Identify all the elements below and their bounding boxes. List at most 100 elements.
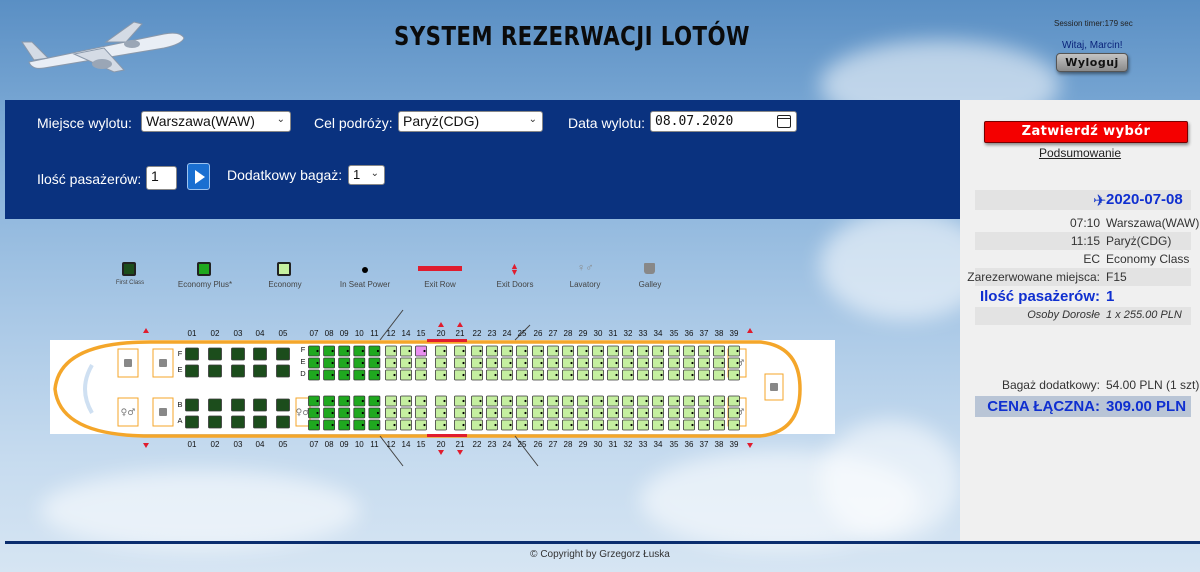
power-dot-icon xyxy=(630,423,633,427)
row-number: 39 xyxy=(730,440,739,449)
seat-first-class[interactable] xyxy=(253,364,267,378)
power-dot-icon xyxy=(524,361,527,365)
power-dot-icon xyxy=(346,423,349,427)
power-dot-icon xyxy=(585,399,588,403)
power-dot-icon xyxy=(736,411,739,415)
row-number: 22 xyxy=(473,440,482,449)
row-number: 25 xyxy=(518,440,527,449)
seat-first-class[interactable] xyxy=(185,347,199,361)
row-number: 29 xyxy=(579,440,588,449)
seat-first-class[interactable] xyxy=(253,398,267,412)
seat-first-class[interactable] xyxy=(276,364,290,378)
row-number: 12 xyxy=(387,329,396,338)
row-number: 15 xyxy=(417,440,426,449)
seat-first-class[interactable] xyxy=(208,415,222,429)
row-number: 20 xyxy=(437,440,446,449)
row-number: 24 xyxy=(503,440,512,449)
seat-first-class[interactable] xyxy=(208,364,222,378)
row-number: 03 xyxy=(234,329,243,338)
power-dot-icon xyxy=(540,411,543,415)
power-dot-icon xyxy=(645,373,648,377)
seat-first-class[interactable] xyxy=(231,364,245,378)
row-number: 22 xyxy=(473,329,482,338)
power-dot-icon xyxy=(509,361,512,365)
row-number: 01 xyxy=(188,329,197,338)
galley-icon xyxy=(124,359,132,367)
power-dot-icon xyxy=(615,361,618,365)
row-number: 08 xyxy=(325,440,334,449)
row-number: 27 xyxy=(549,329,558,338)
copyright: © Copyright by Grzegorz Łuska xyxy=(530,549,670,560)
row-number: 38 xyxy=(715,329,724,338)
seat-first-class[interactable] xyxy=(276,398,290,412)
row-number: 07 xyxy=(310,440,319,449)
power-dot-icon xyxy=(462,399,465,403)
power-dot-icon xyxy=(615,373,618,377)
row-number: 21 xyxy=(456,329,465,338)
power-dot-icon xyxy=(316,411,319,415)
power-dot-icon xyxy=(600,373,603,377)
galley-icon xyxy=(159,359,167,367)
power-dot-icon xyxy=(408,349,411,353)
power-dot-icon xyxy=(555,361,558,365)
power-dot-icon xyxy=(423,361,426,365)
exit-door-icon xyxy=(457,450,463,455)
row-number: 36 xyxy=(685,329,694,338)
seat-first-class[interactable] xyxy=(185,398,199,412)
seat-letter: F xyxy=(178,349,183,358)
row-number: 33 xyxy=(639,329,648,338)
exit-door-icon xyxy=(438,450,444,455)
exit-door-icon xyxy=(457,322,463,327)
row-number: 10 xyxy=(355,329,364,338)
seat-letter: D xyxy=(300,369,306,378)
seat-first-class[interactable] xyxy=(253,415,267,429)
power-dot-icon xyxy=(524,373,527,377)
seat-first-class[interactable] xyxy=(276,415,290,429)
row-number: 23 xyxy=(488,329,497,338)
power-dot-icon xyxy=(645,423,648,427)
seat-first-class[interactable] xyxy=(253,347,267,361)
seat-first-class[interactable] xyxy=(208,398,222,412)
seat-first-class[interactable] xyxy=(185,415,199,429)
power-dot-icon xyxy=(443,361,446,365)
power-dot-icon xyxy=(660,411,663,415)
power-dot-icon xyxy=(331,349,334,353)
seat-first-class[interactable] xyxy=(231,398,245,412)
power-dot-icon xyxy=(408,399,411,403)
exit-door-icon xyxy=(747,443,753,448)
row-number: 05 xyxy=(279,329,288,338)
seat-first-class[interactable] xyxy=(185,364,199,378)
power-dot-icon xyxy=(316,423,319,427)
power-dot-icon xyxy=(393,373,396,377)
seat-first-class[interactable] xyxy=(231,415,245,429)
power-dot-icon xyxy=(660,423,663,427)
row-number: 11 xyxy=(370,329,379,338)
power-dot-icon xyxy=(509,349,512,353)
power-dot-icon xyxy=(423,349,426,353)
galley-icon xyxy=(770,383,778,391)
exit-door-icon xyxy=(143,443,149,448)
power-dot-icon xyxy=(524,349,527,353)
row-number: 02 xyxy=(211,329,220,338)
row-number: 14 xyxy=(402,329,411,338)
power-dot-icon xyxy=(524,399,527,403)
seat-first-class[interactable] xyxy=(208,347,222,361)
row-number: 26 xyxy=(534,440,543,449)
power-dot-icon xyxy=(736,361,739,365)
power-dot-icon xyxy=(524,411,527,415)
row-number: 20 xyxy=(437,329,446,338)
power-dot-icon xyxy=(331,423,334,427)
power-dot-icon xyxy=(509,411,512,415)
power-dot-icon xyxy=(600,399,603,403)
power-dot-icon xyxy=(509,423,512,427)
power-dot-icon xyxy=(361,373,364,377)
row-number: 34 xyxy=(654,329,663,338)
seat-letter: E xyxy=(177,365,182,374)
seat-first-class[interactable] xyxy=(276,347,290,361)
seat-first-class[interactable] xyxy=(231,347,245,361)
power-dot-icon xyxy=(676,411,679,415)
power-dot-icon xyxy=(691,423,694,427)
power-dot-icon xyxy=(408,361,411,365)
power-dot-icon xyxy=(721,361,724,365)
power-dot-icon xyxy=(600,349,603,353)
